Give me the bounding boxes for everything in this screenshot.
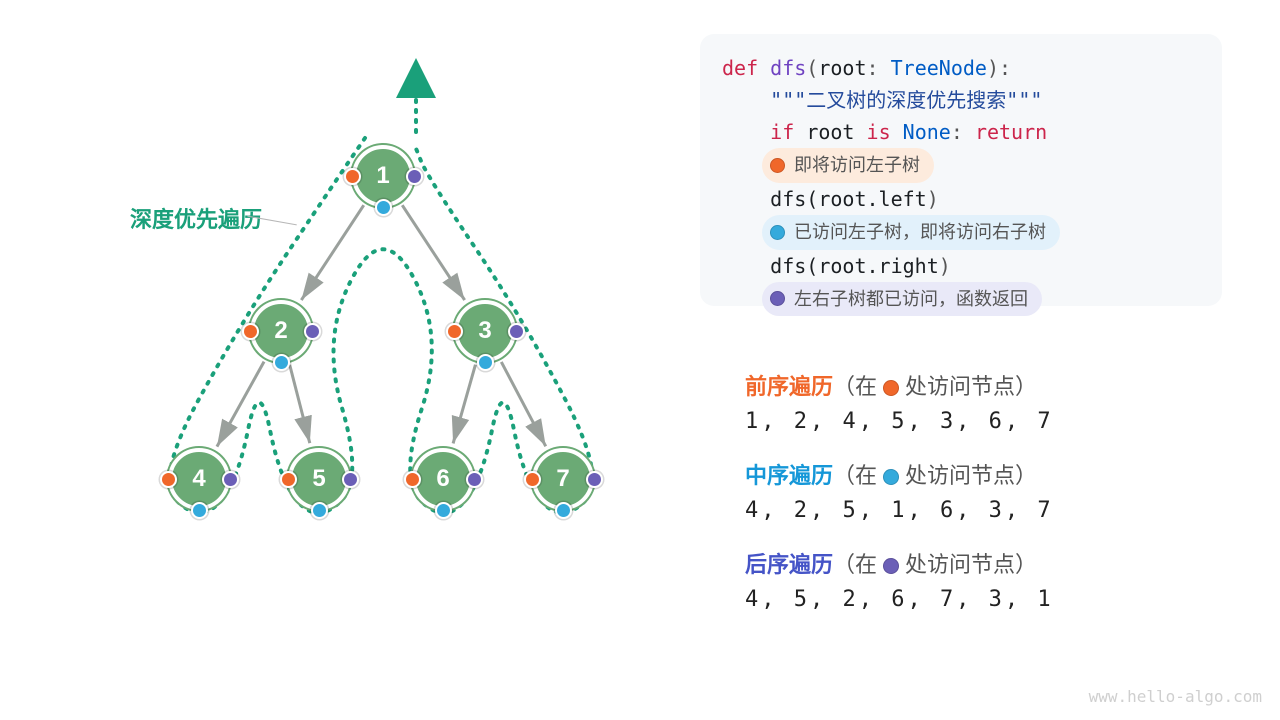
postorder-dot-icon	[508, 323, 525, 340]
inorder-dot-icon	[273, 354, 290, 371]
postorder-seq: 4, 5, 2, 6, 7, 3, 1	[745, 587, 1205, 612]
inorder-dot-icon	[555, 502, 572, 519]
chip-postorder: 左右子树都已访问，函数返回	[722, 282, 1200, 317]
preorder-dot-icon	[242, 323, 259, 340]
code-panel: def dfs(root: TreeNode): """二叉树的深度优先搜索""…	[700, 34, 1222, 306]
postorder-title: 后序遍历（在处访问节点）	[745, 547, 1205, 579]
inorder-dot-icon	[477, 354, 494, 371]
preorder-dot-icon	[446, 323, 463, 340]
inorder-title: 中序遍历（在处访问节点）	[745, 458, 1205, 490]
postorder-dot-icon	[406, 168, 423, 185]
postorder-dot-icon	[586, 471, 603, 488]
tree-edge	[290, 365, 310, 443]
tree-node-7: 7	[532, 448, 594, 510]
inorder-dot-icon	[435, 502, 452, 519]
code-docstring: """二叉树的深度优先搜索"""	[722, 84, 1200, 116]
postorder-dot-icon	[222, 471, 239, 488]
tree-edge	[501, 362, 545, 446]
preorder-dot-icon	[160, 471, 177, 488]
postorder-dot-icon	[304, 323, 321, 340]
preorder-seq: 1, 2, 4, 5, 3, 6, 7	[745, 409, 1205, 434]
code-defline: def dfs(root: TreeNode):	[722, 52, 1200, 84]
preorder-title: 前序遍历（在处访问节点）	[745, 369, 1205, 401]
code-dfs-right: dfs(root.right)	[722, 250, 1200, 282]
tree-edge	[453, 365, 475, 444]
inorder-dot-icon	[375, 199, 392, 216]
inorder-dot-icon	[311, 502, 328, 519]
tree-node-1: 1	[352, 145, 414, 207]
tree-canvas	[0, 0, 640, 720]
preorder-dot-icon	[524, 471, 541, 488]
tree-node-2: 2	[250, 300, 312, 362]
purple-dot-icon	[883, 558, 899, 574]
tree-node-3: 3	[454, 300, 516, 362]
inorder-seq: 4, 2, 5, 1, 6, 3, 7	[745, 498, 1205, 523]
tree-node-6: 6	[412, 448, 474, 510]
preorder-dot-icon	[404, 471, 421, 488]
orange-dot-icon	[883, 380, 899, 396]
code-dfs-left: dfs(root.left)	[722, 183, 1200, 215]
chip-preorder: 即将访问左子树	[722, 148, 1200, 183]
tree-node-5: 5	[288, 448, 350, 510]
watermark: www.hello-algo.com	[1089, 687, 1262, 706]
preorder-dot-icon	[344, 168, 361, 185]
tree-node-4: 4	[168, 448, 230, 510]
chip-inorder: 已访问左子树，即将访问右子树	[722, 215, 1200, 250]
blue-dot-icon	[883, 469, 899, 485]
postorder-dot-icon	[466, 471, 483, 488]
postorder-dot-icon	[342, 471, 359, 488]
tree-diagram: 深度优先遍历 1234567	[0, 0, 640, 720]
preorder-dot-icon	[280, 471, 297, 488]
code-if: if root is None: return	[722, 116, 1200, 148]
tree-edge	[301, 205, 363, 300]
traversal-results: 前序遍历（在处访问节点） 1, 2, 4, 5, 3, 6, 7 中序遍历（在处…	[745, 345, 1205, 612]
tree-edge	[217, 362, 264, 447]
inorder-dot-icon	[191, 502, 208, 519]
